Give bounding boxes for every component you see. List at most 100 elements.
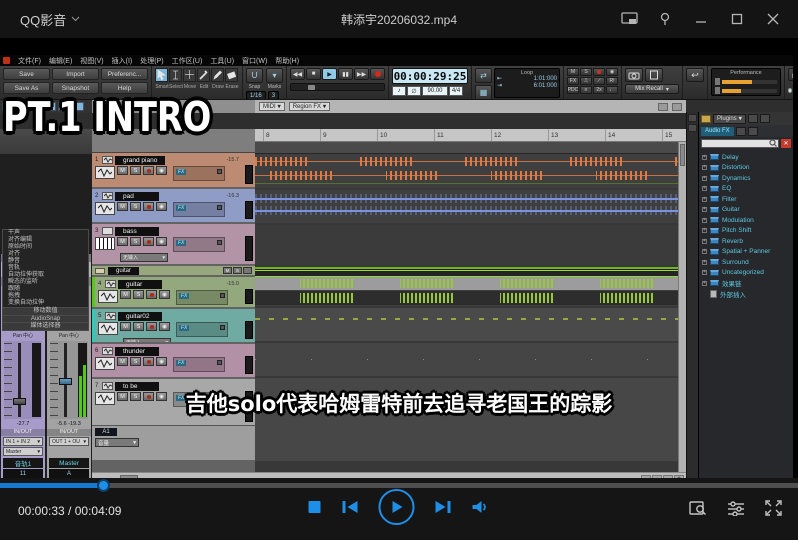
automation-lane[interactable]: A1 音量▾ (92, 425, 255, 460)
context-menu-item[interactable]: 对齐 (3, 251, 88, 258)
volume-icon[interactable] (472, 500, 491, 514)
track-header-thunder[interactable]: 6 thunder M S ◉ FX (92, 344, 255, 377)
expand-icon[interactable]: + (702, 281, 707, 286)
edit-tool-icon[interactable] (197, 68, 210, 82)
plugin-folder-item[interactable]: + Reverb (702, 236, 793, 247)
next-button[interactable] (435, 500, 452, 514)
track-name[interactable]: pad (115, 192, 159, 201)
waveform-icon[interactable] (98, 322, 118, 335)
splitter-button[interactable] (688, 114, 697, 122)
stop-button[interactable]: ■ (306, 68, 321, 80)
plugin-folder-item[interactable]: + Dynamics (702, 173, 793, 184)
splitter-button[interactable] (688, 124, 697, 132)
minimize-icon[interactable] (690, 8, 712, 30)
play-button[interactable]: ▶ (322, 68, 337, 80)
context-menu-item[interactable]: 对齐编辑 (3, 237, 88, 244)
clip-lane-thunder[interactable] (255, 343, 686, 376)
solo-button[interactable]: S (130, 166, 141, 175)
solo-button[interactable]: S (130, 202, 141, 211)
solo-button[interactable]: S (130, 237, 141, 246)
context-menu-footer-item[interactable]: AudioSnap (3, 315, 88, 323)
expand-icon[interactable]: + (702, 197, 707, 202)
output-dropdown[interactable]: OUT 1 + OU▾ (49, 437, 89, 446)
view-option-icon[interactable] (658, 103, 668, 111)
context-menu-item[interactable]: 静音 (3, 258, 88, 265)
context-menu-footer-item[interactable]: 移动数值 (3, 307, 88, 315)
transport-slider[interactable] (290, 83, 385, 91)
waveform-icon[interactable] (95, 202, 115, 215)
echo-button[interactable]: ◉ (156, 166, 167, 175)
loop-end[interactable]: 6:01:000 (534, 83, 557, 90)
mix-fx-button[interactable]: FX (567, 77, 579, 85)
snap-magnet-icon[interactable]: U (246, 68, 263, 83)
vertical-scrollbar[interactable] (678, 142, 686, 472)
expand-icon[interactable]: + (702, 155, 707, 160)
browser-folder-icon[interactable] (701, 115, 711, 123)
undo-icon[interactable]: ↩ (686, 68, 704, 82)
forward-button[interactable]: ▶▶ (354, 68, 369, 80)
folder-arm-button[interactable] (243, 267, 252, 274)
snap-value[interactable]: 1/16 (246, 91, 266, 100)
daw-menu-item[interactable]: 工作区(U) (172, 56, 203, 66)
mix-recall-dropdown[interactable]: Mix Recall▾ (625, 84, 679, 94)
vertical-scrollbar-thumb[interactable] (680, 144, 685, 166)
move-tool-icon[interactable] (183, 68, 196, 82)
select-tool-icon[interactable] (169, 68, 182, 82)
daw-menu-item[interactable]: 窗口(W) (242, 56, 267, 66)
expand-icon[interactable]: + (702, 165, 707, 170)
input-dropdown[interactable]: IN 1 + IN 2▾ (3, 437, 43, 446)
arm-button[interactable] (143, 166, 154, 175)
region-fx-dropdown[interactable]: Region FX▾ (289, 102, 330, 111)
record-button[interactable] (370, 68, 385, 80)
pause-button[interactable]: ▮▮ (338, 68, 353, 80)
track-name[interactable]: bass (115, 227, 159, 236)
expand-icon[interactable]: + (702, 228, 707, 233)
browser-layout-icon[interactable] (748, 127, 758, 136)
mute-button[interactable]: M (117, 237, 128, 246)
plugin-folder-item[interactable]: + Spatial + Panner (702, 247, 793, 258)
tempo-value[interactable]: 90.00 (422, 86, 448, 96)
smart-tool-icon[interactable] (155, 68, 168, 82)
track-fx-bin[interactable]: FX (176, 322, 228, 337)
clear-search-icon[interactable]: ✕ (781, 139, 791, 148)
settings-sliders-icon[interactable] (727, 500, 745, 521)
waveform-icon[interactable] (95, 166, 115, 179)
track-fx-bin[interactable]: FX (173, 357, 225, 372)
loop-start[interactable]: 1:01:000 (534, 76, 557, 83)
mix-solo-button[interactable]: S (580, 68, 592, 76)
clips-pane[interactable]: 89101112131415 (255, 129, 686, 472)
export-dropdown[interactable]: 导出 ▾ (788, 68, 793, 81)
clip-lane-pad[interactable] (255, 190, 686, 223)
context-menu-item[interactable]: 原始时间 (3, 244, 88, 251)
export-option-selection[interactable]: 选区 00:00:00:00 (788, 99, 793, 100)
plugin-search-input[interactable] (701, 139, 779, 148)
track-name[interactable]: thunder (115, 347, 159, 356)
mix-record-button[interactable] (593, 68, 605, 76)
track-input-dropdown[interactable]: 无输入▾ (120, 253, 168, 262)
snap-extra[interactable]: 3 (268, 91, 279, 100)
file-button[interactable]: Preferenc... (101, 68, 148, 80)
stop-button[interactable] (308, 500, 322, 514)
track-name[interactable]: grand piano (115, 156, 165, 165)
arm-button[interactable] (143, 357, 154, 366)
screenshot-ocr-icon[interactable] (689, 500, 707, 521)
erase-tool-icon[interactable] (225, 68, 238, 82)
browser-view-icon[interactable] (736, 127, 746, 136)
expand-icon[interactable]: + (702, 239, 707, 244)
track-header-grand-piano[interactable]: 1 grand piano -15.7 M S ◉ FX (92, 153, 255, 187)
folder-track-guitar[interactable]: guitar M S (92, 266, 255, 275)
context-menu-item[interactable]: 拖拽 (3, 293, 88, 300)
daw-menu-item[interactable]: 处理(P) (140, 56, 163, 66)
fader-handle[interactable] (59, 378, 72, 385)
track-name[interactable]: guitar02 (118, 312, 162, 321)
clip-lane-grand-piano[interactable] (255, 154, 686, 188)
expand-icon[interactable]: + (702, 186, 707, 191)
expand-icon[interactable]: + (702, 207, 707, 212)
expand-icon[interactable]: + (702, 249, 707, 254)
daw-menu-item[interactable]: 工具(U) (210, 56, 234, 66)
expand-icon[interactable]: + (702, 176, 707, 181)
track-input-dropdown[interactable]: 无输入▾ (123, 338, 171, 342)
context-menu-item[interactable]: 变换自动拉伸 (3, 300, 88, 307)
track-header-pad[interactable]: 2 pad -16.3 M S ◉ FX (92, 189, 255, 222)
expand-icon[interactable]: + (702, 270, 707, 275)
